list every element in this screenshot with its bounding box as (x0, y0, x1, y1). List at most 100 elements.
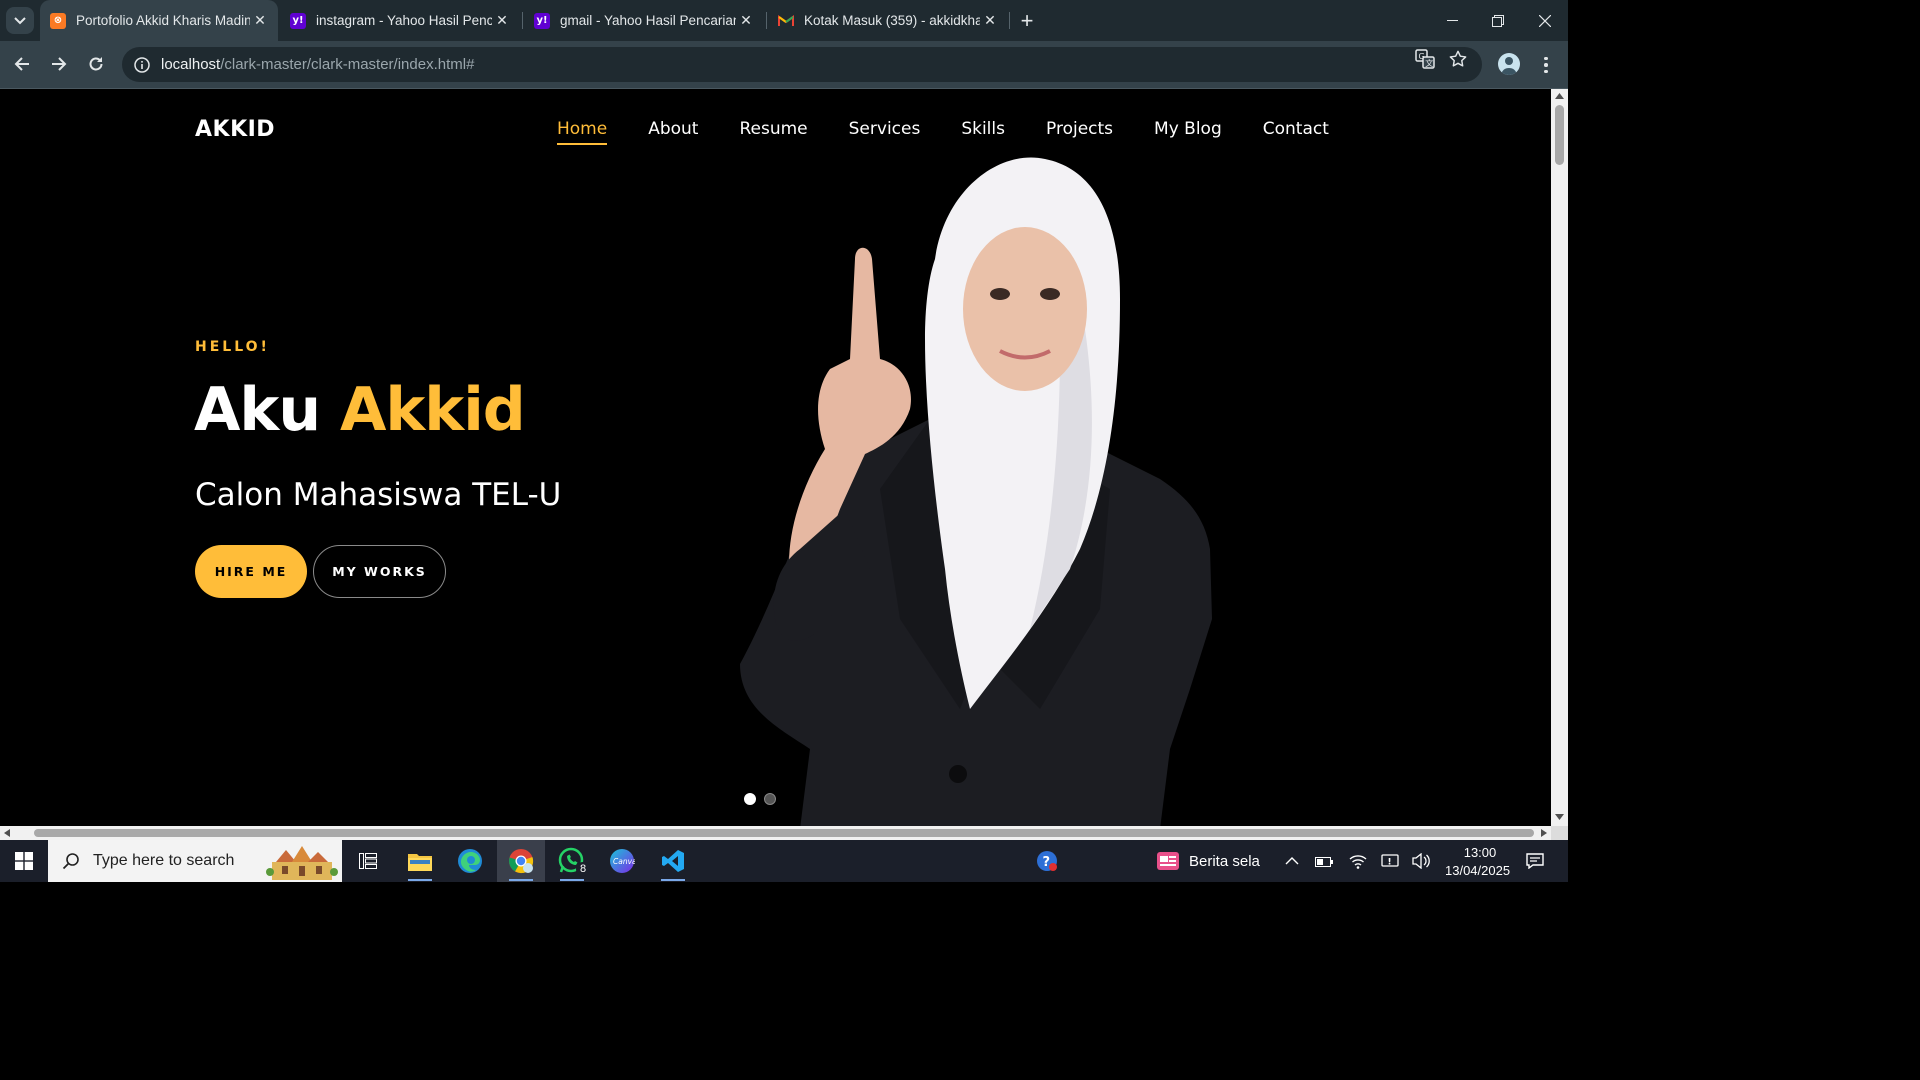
scroll-up-arrow-icon[interactable] (1555, 93, 1564, 99)
browser-toolbar: localhost/clark-master/clark-master/inde… (0, 41, 1568, 89)
user-avatar-icon (1501, 57, 1517, 75)
nav-item-home[interactable]: Home (557, 119, 608, 145)
tab-title: Portofolio Akkid Kharis Madina (76, 13, 250, 28)
nav-item-contact[interactable]: Contact (1263, 119, 1329, 145)
arrow-left-icon (14, 57, 29, 71)
task-view-icon (359, 853, 377, 869)
translate-icon[interactable]: G文 (1414, 48, 1436, 70)
close-tab-icon[interactable]: ✕ (492, 11, 512, 31)
show-hidden-icons-chevron-icon[interactable] (1282, 851, 1302, 871)
back-button[interactable] (7, 49, 37, 79)
nav-item-skills[interactable]: Skills (961, 119, 1005, 145)
slider-pagination (744, 793, 776, 805)
whatsapp-button[interactable]: 8 (548, 840, 596, 882)
yahoo-icon: y! (534, 12, 550, 29)
news-widget-label[interactable]: Berita sela (1189, 853, 1260, 870)
scroll-down-arrow-icon[interactable] (1555, 814, 1564, 820)
start-button[interactable] (0, 840, 48, 882)
file-explorer-icon (408, 854, 432, 871)
tab-title: Kotak Masuk (359) - akkidkharismadina (804, 13, 980, 28)
scrollbar-corner (1551, 826, 1568, 840)
canva-button[interactable]: Canva (598, 840, 646, 882)
url-path: /clark-master/clark-master/index.html# (220, 56, 475, 73)
slider-dot-1[interactable] (744, 793, 756, 805)
scroll-right-arrow-icon[interactable] (1541, 829, 1547, 837)
nav-item-my-blog[interactable]: My Blog (1154, 119, 1222, 145)
battery-icon[interactable] (1314, 851, 1334, 871)
tab-title: gmail - Yahoo Hasil Pencarian (560, 13, 736, 28)
bookmark-star-icon[interactable] (1447, 48, 1469, 70)
hire-me-button[interactable]: HIRE ME (195, 545, 307, 598)
slider-dot-2[interactable] (764, 793, 776, 805)
nav-item-services[interactable]: Services (849, 119, 921, 145)
restore-button[interactable] (1475, 0, 1521, 41)
vertical-scrollbar[interactable] (1551, 89, 1568, 826)
clock-date[interactable]: 13/04/2025 (1445, 863, 1510, 878)
close-tab-icon[interactable]: ✕ (250, 11, 270, 31)
tab-title: instagram - Yahoo Hasil Pencarian (316, 13, 492, 28)
notification-center-icon[interactable] (1525, 851, 1545, 871)
scroll-left-arrow-icon[interactable] (4, 829, 10, 837)
browser-tab-instagram-search[interactable]: y! instagram - Yahoo Hasil Pencarian ✕ (280, 0, 520, 41)
clock-time[interactable]: 13:00 (1462, 845, 1498, 860)
close-tab-icon[interactable]: ✕ (736, 11, 756, 31)
nav-item-about[interactable]: About (648, 119, 698, 145)
tab-separator (522, 12, 523, 29)
edge-button[interactable] (446, 840, 494, 882)
site-info-icon[interactable] (132, 55, 152, 75)
edge-icon (458, 849, 482, 873)
horizontal-scrollbar[interactable] (0, 826, 1551, 840)
new-tab-button[interactable]: + (1015, 8, 1039, 33)
url-host: localhost (161, 56, 221, 73)
close-window-button[interactable] (1522, 0, 1568, 41)
close-tab-icon[interactable]: ✕ (980, 11, 1000, 31)
vscode-button[interactable] (649, 840, 697, 882)
page-viewport: AKKID Home About Resume Services Skills … (0, 89, 1551, 826)
profile-avatar[interactable] (1498, 53, 1520, 75)
help-icon[interactable]: ? (1036, 850, 1058, 872)
xampp-icon: ⊗ (50, 12, 66, 29)
forward-button[interactable] (44, 49, 74, 79)
taskbar-search-box[interactable]: Type here to search (48, 840, 342, 882)
wifi-icon[interactable] (1348, 851, 1368, 871)
tab-separator (1009, 12, 1010, 29)
my-works-button[interactable]: MY WORKS (313, 545, 446, 598)
horizontal-scroll-thumb[interactable] (34, 829, 1534, 837)
screen: ⊗ Portofolio Akkid Kharis Madina ✕ y! in… (0, 0, 1568, 882)
browser-tab-gmail-inbox[interactable]: Kotak Masuk (359) - akkidkharismadina ✕ (768, 0, 1008, 41)
chrome-button[interactable] (497, 840, 545, 882)
vscode-icon (662, 850, 684, 872)
site-logo[interactable]: AKKID (195, 117, 275, 142)
task-view-button[interactable] (344, 840, 392, 882)
nav-item-resume[interactable]: Resume (739, 119, 807, 145)
network-warning-icon[interactable]: ! (1380, 851, 1400, 871)
windows-logo-icon (15, 852, 33, 870)
restore-icon (1492, 14, 1504, 27)
hero-portrait-image (740, 157, 1212, 826)
browser-tab-gmail-search[interactable]: y! gmail - Yahoo Hasil Pencarian ✕ (524, 0, 764, 41)
svg-text:Canva: Canva (613, 857, 635, 866)
chevron-down-icon (14, 16, 26, 24)
file-explorer-button[interactable] (396, 840, 444, 882)
browser-menu-button[interactable] (1536, 53, 1556, 77)
vertical-scroll-thumb[interactable] (1555, 105, 1564, 165)
nav-item-projects[interactable]: Projects (1046, 119, 1113, 145)
hero-greeting: HELLO! (195, 339, 270, 355)
yahoo-icon: y! (290, 12, 306, 29)
tab-separator (766, 12, 767, 29)
search-placeholder: Type here to search (93, 852, 235, 869)
browser-tab-portfolio[interactable]: ⊗ Portofolio Akkid Kharis Madina ✕ (40, 0, 278, 41)
address-bar[interactable]: localhost/clark-master/clark-master/inde… (122, 47, 1482, 82)
volume-icon[interactable] (1411, 851, 1431, 871)
plus-icon: + (1020, 8, 1034, 33)
news-widget-icon[interactable] (1156, 850, 1180, 872)
reload-button[interactable] (81, 49, 111, 79)
hero-title-plain: Aku (194, 375, 340, 445)
minimize-button[interactable] (1429, 0, 1475, 41)
tab-search-button[interactable] (6, 7, 34, 34)
gmail-icon (778, 13, 794, 29)
reload-icon (89, 57, 103, 71)
search-highlight-illustration-icon (266, 846, 338, 880)
chrome-icon (509, 849, 534, 874)
search-icon (62, 853, 79, 870)
